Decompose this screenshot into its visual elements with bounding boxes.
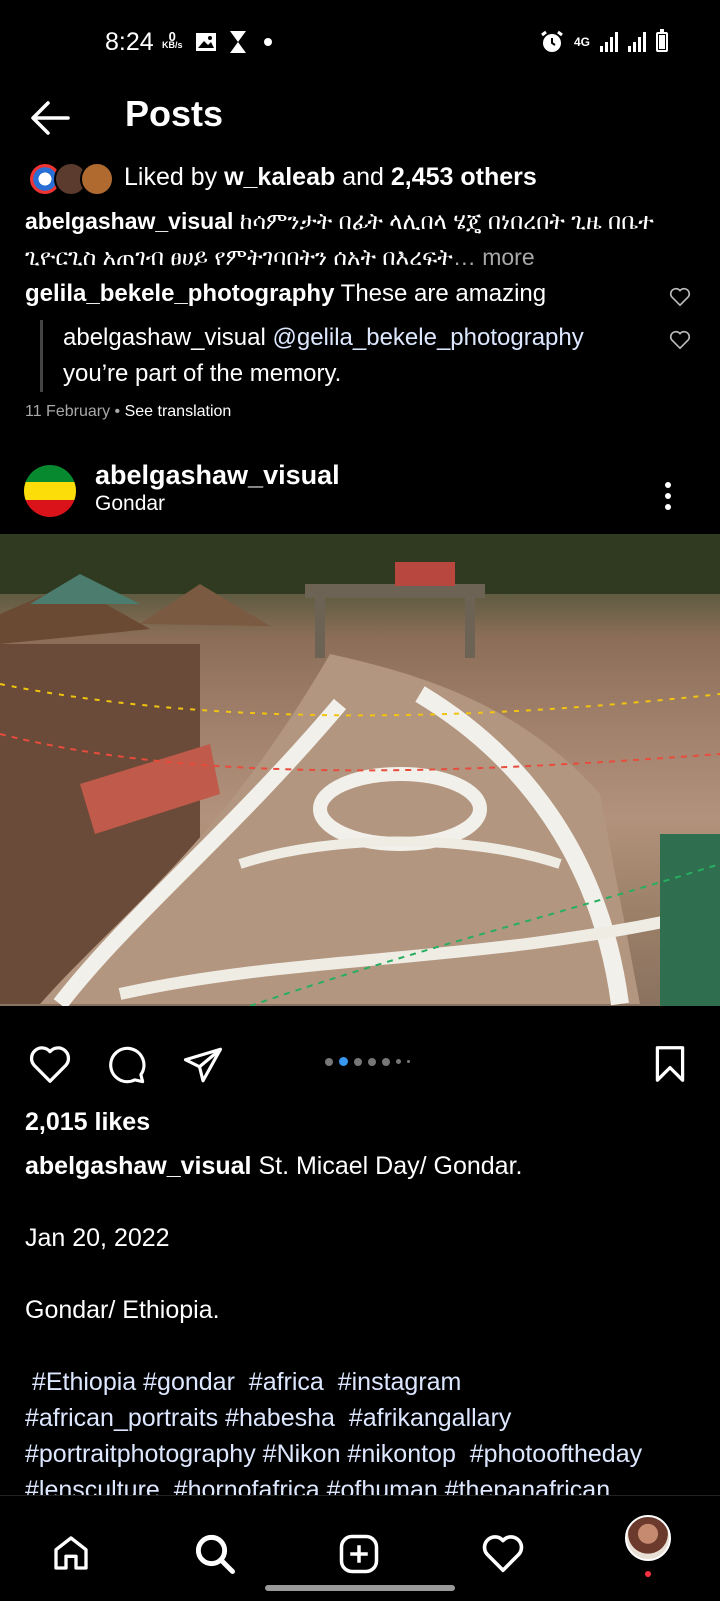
caption-username[interactable]: abelgashaw_visual [25, 1152, 252, 1180]
bookmark-icon[interactable] [652, 1044, 688, 1084]
signal-icon [600, 32, 618, 52]
search-icon[interactable] [194, 1533, 236, 1575]
net-speed-indicator: 0 KB/s [162, 29, 183, 50]
share-send-icon[interactable] [182, 1045, 224, 1085]
likes-count[interactable]: 2,015 likes [25, 1108, 150, 1137]
home-icon[interactable] [50, 1533, 92, 1573]
comment: gelila_bekele_photography These are amaz… [25, 280, 547, 307]
carousel-indicator [325, 1057, 410, 1066]
back-arrow-icon[interactable] [28, 98, 72, 138]
notification-dot-icon [264, 38, 272, 46]
avatar [80, 162, 114, 196]
signal-icon-2 [628, 32, 646, 52]
reply-username[interactable]: abelgashaw_visual [63, 324, 266, 351]
page-title: Posts [125, 93, 224, 134]
see-translation-link[interactable]: See translation [125, 403, 232, 420]
status-right: 4G [540, 29, 668, 54]
like-heart-icon[interactable] [28, 1044, 72, 1084]
network-type: 4G [573, 34, 590, 49]
profile-avatar[interactable] [625, 1515, 671, 1561]
gallery-icon [196, 33, 216, 51]
more-link[interactable]: … more [453, 244, 535, 270]
post-meta: 11 February • See translation [25, 403, 232, 420]
reply-comment: abelgashaw_visual @gelila_bekele_photogr… [40, 320, 643, 392]
liked-by-avatars[interactable] [28, 162, 114, 196]
post-username[interactable]: abelgashaw_visual [95, 460, 340, 491]
alarm-icon [541, 30, 563, 52]
hashtags[interactable]: #african_portraits #habesha #afrikangall… [25, 1400, 705, 1436]
previous-caption: abelgashaw_visual ከሳምንታት በፊት ላሊበላ ሄጄ በነበ… [25, 208, 654, 270]
gesture-home-indicator[interactable] [265, 1585, 455, 1591]
comment-username[interactable]: gelila_bekele_photography [25, 280, 334, 307]
post-location[interactable]: Gondar [95, 492, 165, 516]
battery-icon [656, 29, 668, 52]
more-options-icon[interactable] [664, 482, 672, 510]
status-bar: 8:24 0 KB/s 4G [0, 0, 720, 90]
liked-by-text[interactable]: Liked by w_kaleab and 2,453 others [124, 163, 537, 192]
procession-photo-illustration [0, 534, 720, 1006]
activity-heart-icon[interactable] [481, 1533, 525, 1573]
caption-username[interactable]: abelgashaw_visual [25, 208, 233, 234]
heart-outline-icon[interactable] [669, 287, 691, 307]
status-time: 8:24 [105, 28, 154, 56]
reply-mention[interactable]: @gelila_bekele_photography [266, 324, 583, 351]
hashtags[interactable]: #portraitphotography #Nikon #nikontop #p… [25, 1436, 705, 1472]
notification-badge [645, 1571, 651, 1577]
post-avatar[interactable] [24, 465, 76, 517]
post-caption: abelgashaw_visual St. Micael Day/ Gondar… [25, 1148, 705, 1508]
hashtags[interactable]: #Ethiopia #gondar #africa #instagram [25, 1364, 705, 1400]
post-photo[interactable] [0, 534, 720, 1006]
heart-outline-icon[interactable] [669, 330, 691, 350]
comment-icon[interactable] [105, 1044, 147, 1086]
create-post-icon[interactable] [338, 1533, 380, 1575]
hourglass-icon [230, 31, 246, 53]
